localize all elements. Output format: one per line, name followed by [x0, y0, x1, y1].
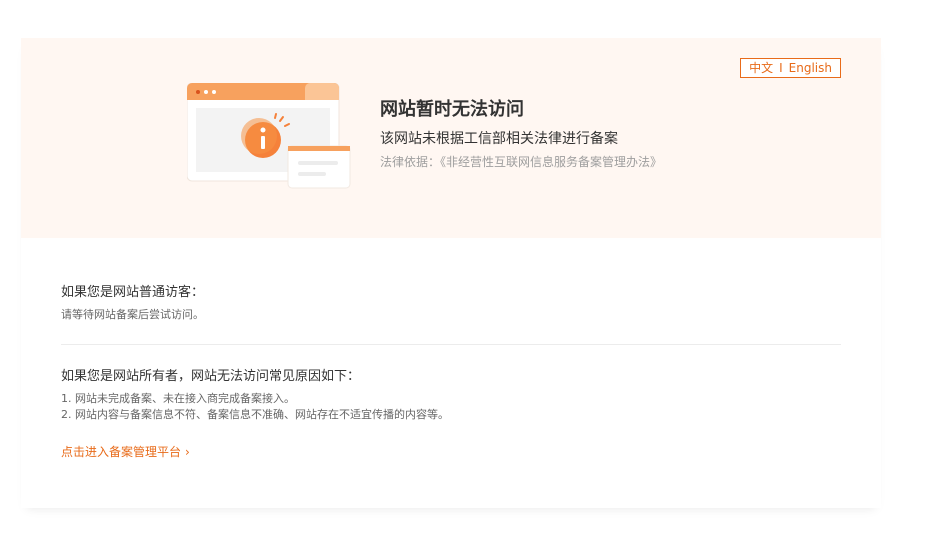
lang-en-link[interactable]: English: [789, 61, 832, 75]
page-title: 网站暂时无法访问: [380, 99, 524, 120]
lang-separator: I: [779, 61, 783, 75]
reason-list: 1. 网站未完成备案、未在接入商完成备案接入。 2. 网站内容与备案信息不符、备…: [61, 391, 841, 423]
error-banner: 中文 I English 网站暂时无法访问 该网站未根据工信部相关法律进行备案 …: [21, 38, 881, 238]
list-item: 2. 网站内容与备案信息不符、备案信息不准确、网站存在不适宜传播的内容等。: [61, 408, 449, 421]
visitor-text: 请等待网站备案后尝试访问。: [61, 308, 204, 321]
filing-platform-link-label: 点击进入备案管理平台: [61, 445, 182, 459]
language-switcher: 中文 I English: [740, 58, 841, 78]
list-item: 1. 网站未完成备案、未在接入商完成备案接入。: [61, 392, 295, 405]
filing-platform-link[interactable]: 点击进入备案管理平台 ›: [61, 444, 190, 460]
main-card: 中文 I English 网站暂时无法访问 该网站未根据工信部相关法律进行备案 …: [21, 38, 881, 508]
divider: [61, 344, 841, 345]
banner-subtitle: 该网站未根据工信部相关法律进行备案: [380, 131, 618, 147]
law-basis: 法律依据：《非经营性互联网信息服务备案管理办法》: [380, 155, 663, 169]
visitor-heading: 如果您是网站普通访客：: [61, 285, 205, 300]
browser-window-warning-illustration: [187, 83, 351, 189]
banner-text: 网站暂时无法访问 该网站未根据工信部相关法律进行备案 法律依据：《非经营性互联网…: [380, 98, 780, 170]
visitor-section: 如果您是网站普通访客： 请等待网站备案后尝试访问。: [61, 284, 841, 323]
owner-heading: 如果您是网站所有者，网站无法访问常见原因如下：: [61, 369, 361, 384]
lang-zh-link[interactable]: 中文: [749, 61, 773, 75]
chevron-right-icon: ›: [185, 445, 190, 459]
owner-section: 如果您是网站所有者，网站无法访问常见原因如下： 1. 网站未完成备案、未在接入商…: [61, 368, 841, 423]
